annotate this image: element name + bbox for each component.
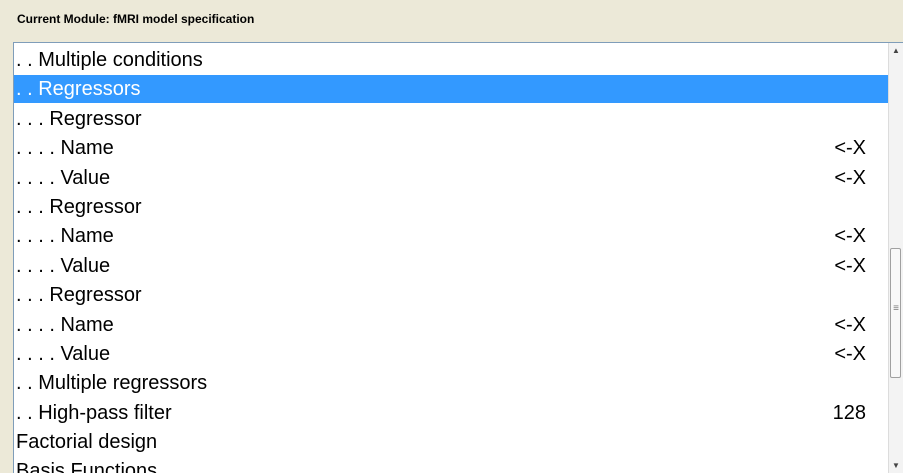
list-item-regressor[interactable]: . . . Regressor xyxy=(14,193,888,222)
list-item-label: . . Regressors xyxy=(16,78,141,101)
list-item-label: . . . . Value xyxy=(16,254,111,277)
list-item-basis-functions[interactable]: Basis Functions xyxy=(14,457,888,473)
scroll-up-arrow-icon[interactable]: ▲ xyxy=(889,43,903,59)
list-item-label: . . High-pass filter xyxy=(16,401,172,424)
list-item-label: . . . . Value xyxy=(16,166,111,189)
list-item-value: 128 xyxy=(832,401,866,424)
list-item-label: . . . . Value xyxy=(16,342,111,365)
list-item-multiple-conditions[interactable]: . . Multiple conditions xyxy=(14,46,888,75)
list-item-value: <-X xyxy=(834,313,866,336)
scrollbar-thumb[interactable]: ≡ xyxy=(890,248,901,378)
list-item-multiple-regressors[interactable]: . . Multiple regressors xyxy=(14,369,888,398)
list-item-label: . . . Regressor xyxy=(16,284,142,307)
list-item-regressor-name[interactable]: . . . . Name <-X xyxy=(14,134,888,163)
list-item-regressor-value[interactable]: . . . . Value <-X xyxy=(14,252,888,281)
list-item-value: <-X xyxy=(834,254,866,277)
module-title: Current Module: fMRI model specification xyxy=(17,12,255,26)
list-item-label: . . . . Name xyxy=(16,225,114,248)
list-item-label: . . . Regressor xyxy=(16,107,142,130)
grip-icon: ≡ xyxy=(893,303,899,314)
list-item-label: . . . . Name xyxy=(16,313,114,336)
list-item-value: <-X xyxy=(834,166,866,189)
list-item-label: . . Multiple conditions xyxy=(16,49,203,71)
list-item-regressors[interactable]: . . Regressors xyxy=(14,75,888,104)
module-tree-list: . . Multiple conditions . . Regressors .… xyxy=(14,46,888,473)
list-item-label: Basis Functions xyxy=(16,460,158,473)
list-item-high-pass-filter[interactable]: . . High-pass filter 128 xyxy=(14,399,888,428)
list-item-label: . . Multiple regressors xyxy=(16,372,208,395)
module-tree-listbox[interactable]: . . Multiple conditions . . Regressors .… xyxy=(13,42,903,473)
list-item-regressor-value[interactable]: . . . . Value <-X xyxy=(14,164,888,193)
module-header: Current Module: fMRI model specification xyxy=(0,0,903,42)
list-item-regressor[interactable]: . . . Regressor xyxy=(14,105,888,134)
list-item-factorial-design[interactable]: Factorial design xyxy=(14,428,888,457)
list-item-regressor-name[interactable]: . . . . Name <-X xyxy=(14,222,888,251)
list-item-label: Factorial design xyxy=(16,431,158,454)
list-item-value: <-X xyxy=(834,225,866,248)
list-item-regressor-name[interactable]: . . . . Name <-X xyxy=(14,311,888,340)
scroll-down-arrow-icon[interactable]: ▼ xyxy=(889,458,903,473)
list-item-value: <-X xyxy=(834,137,866,160)
list-item-label: . . . . Name xyxy=(16,137,114,160)
list-item-value: <-X xyxy=(834,342,866,365)
vertical-scrollbar[interactable]: ▲ ≡ ▼ xyxy=(888,43,903,473)
list-item-label: . . . Regressor xyxy=(16,195,142,218)
list-item-regressor-value[interactable]: . . . . Value <-X xyxy=(14,340,888,369)
list-item-regressor[interactable]: . . . Regressor xyxy=(14,281,888,310)
